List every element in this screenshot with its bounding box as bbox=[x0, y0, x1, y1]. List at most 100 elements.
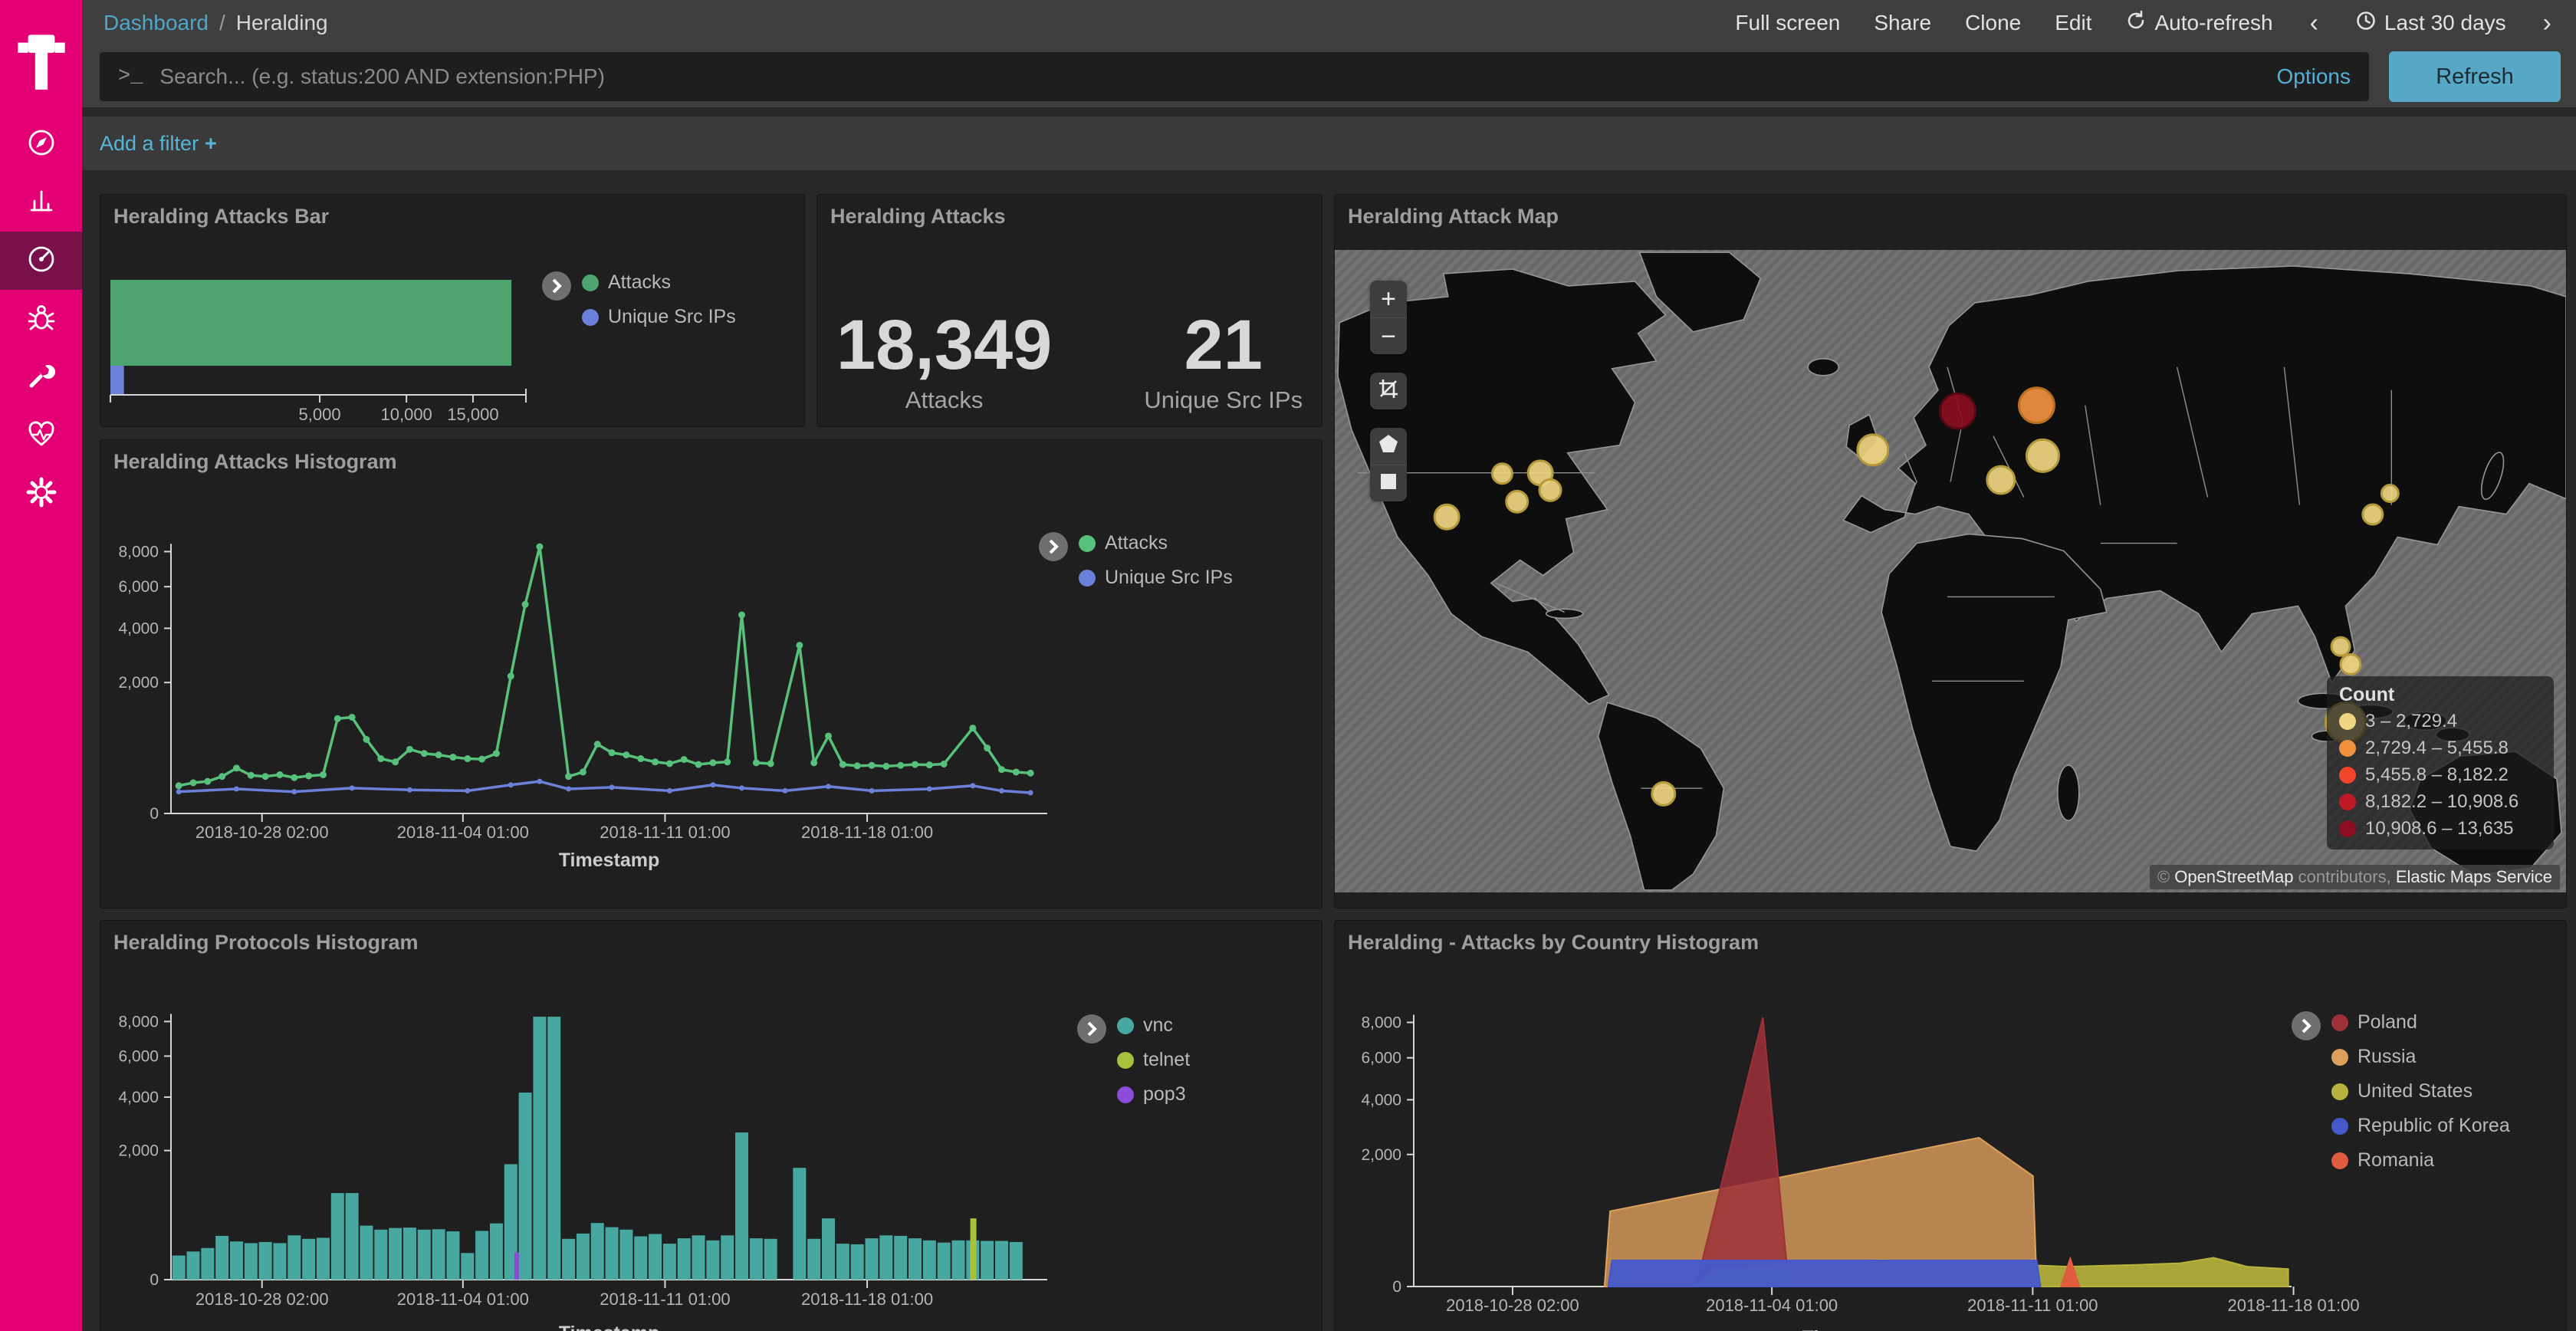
full-screen-button[interactable]: Full screen bbox=[1735, 11, 1840, 35]
legend-item[interactable]: Poland bbox=[2331, 1011, 2510, 1034]
map-legend-item: 2,729.4 – 5,455.8 bbox=[2339, 738, 2542, 759]
legend-color-dot bbox=[2339, 713, 2356, 730]
panel-heralding-attacks-histogram: Heralding Attacks Histogram 02,0004,0006… bbox=[100, 439, 1322, 909]
protocols-legend: vnc telnet pop3 bbox=[1077, 1014, 1190, 1118]
share-button[interactable]: Share bbox=[1874, 11, 1931, 35]
legend-color-dot bbox=[2339, 740, 2356, 757]
legend-expand-button[interactable] bbox=[1039, 532, 1068, 561]
legend-color-dot bbox=[582, 274, 599, 291]
legend-color-dot bbox=[1117, 1017, 1134, 1034]
svg-text:6,000: 6,000 bbox=[1361, 1050, 1401, 1067]
kibana-dashboard-app: Dashboard / Heralding Full screen Share … bbox=[0, 0, 2576, 1331]
panel-heralding-attacks-by-country: Heralding - Attacks by Country Histogram… bbox=[1334, 920, 2567, 1331]
svg-text:4,000: 4,000 bbox=[118, 1089, 159, 1106]
map-legend-item: 10,908.6 – 13,635 bbox=[2339, 818, 2542, 840]
svg-text:0: 0 bbox=[150, 805, 159, 823]
search-input[interactable] bbox=[159, 64, 2261, 89]
svg-text:2018-11-18 01:00: 2018-11-18 01:00 bbox=[801, 1290, 933, 1309]
svg-text:2018-11-11 01:00: 2018-11-11 01:00 bbox=[1967, 1296, 2098, 1315]
map-zoom-in-button[interactable]: + bbox=[1370, 281, 1407, 317]
clock-icon bbox=[2355, 10, 2377, 37]
legend-item[interactable]: Republic of Korea bbox=[2331, 1115, 2510, 1137]
add-filter-button[interactable]: Add a filter+ bbox=[100, 132, 217, 156]
breadcrumb-current: Heralding bbox=[236, 11, 328, 35]
svg-text:8,000: 8,000 bbox=[118, 1013, 159, 1030]
ems-link[interactable]: Elastic Maps Service bbox=[2396, 867, 2552, 886]
legend-color-dot bbox=[582, 309, 599, 326]
svg-text:Timestamp: Timestamp bbox=[559, 850, 660, 871]
map-draw-polygon-button[interactable] bbox=[1370, 428, 1407, 465]
legend-color-dot bbox=[1117, 1052, 1134, 1069]
sidebar-item-siem[interactable] bbox=[0, 290, 82, 348]
map-zoom-out-button[interactable]: − bbox=[1370, 317, 1407, 354]
world-map[interactable]: + − bbox=[1335, 250, 2566, 892]
panel-heralding-protocols-histogram: Heralding Protocols Histogram 02,0004,00… bbox=[100, 920, 1322, 1331]
panel-title: Heralding Attack Map bbox=[1348, 205, 1559, 228]
sidebar-item-management[interactable] bbox=[0, 465, 82, 523]
time-range-prev-button[interactable]: ‹ bbox=[2307, 8, 2321, 38]
legend-item[interactable]: Attacks bbox=[1079, 532, 1233, 554]
metric-unique-src-ips: 21 Unique Src IPs bbox=[1144, 310, 1303, 414]
legend-expand-button[interactable] bbox=[542, 271, 571, 301]
map-legend-item: 8,182.2 – 10,908.6 bbox=[2339, 791, 2542, 813]
edit-button[interactable]: Edit bbox=[2055, 11, 2091, 35]
svg-text:6,000: 6,000 bbox=[118, 578, 159, 596]
svg-text:4,000: 4,000 bbox=[1361, 1091, 1401, 1109]
clone-button[interactable]: Clone bbox=[1965, 11, 2021, 35]
legend-expand-button[interactable] bbox=[2292, 1011, 2321, 1040]
svg-text:0: 0 bbox=[150, 1271, 159, 1289]
rectangle-icon bbox=[1377, 470, 1400, 498]
panel-heralding-attacks-bar: Heralding Attacks Bar 5,00010,00015,000 … bbox=[100, 194, 805, 427]
svg-text:2018-11-11 01:00: 2018-11-11 01:00 bbox=[600, 823, 730, 842]
svg-text:2018-11-04 01:00: 2018-11-04 01:00 bbox=[1706, 1296, 1838, 1315]
sidebar-item-dashboard[interactable] bbox=[0, 232, 82, 290]
svg-text:2018-11-04 01:00: 2018-11-04 01:00 bbox=[397, 1290, 529, 1309]
map-fit-bounds-button[interactable] bbox=[1370, 373, 1407, 409]
top-actions: Full screen Share Clone Edit Auto-refres… bbox=[1735, 8, 2555, 38]
polygon-icon bbox=[1377, 432, 1400, 460]
legend-color-dot bbox=[1117, 1086, 1134, 1103]
search-bar-row: >_ Options Refresh bbox=[82, 46, 2576, 107]
svg-text:0: 0 bbox=[1392, 1278, 1401, 1296]
legend-item[interactable]: vnc bbox=[1117, 1014, 1190, 1037]
metric-value: 18,349 bbox=[836, 310, 1052, 380]
wrench-icon bbox=[25, 359, 58, 396]
search-box: >_ Options bbox=[100, 52, 2369, 101]
compass-icon bbox=[25, 126, 58, 163]
legend-expand-button[interactable] bbox=[1077, 1014, 1106, 1043]
time-range-picker[interactable]: Last 30 days bbox=[2355, 10, 2506, 37]
legend-item[interactable]: Unique Src IPs bbox=[1079, 567, 1233, 589]
map-draw-rectangle-button[interactable] bbox=[1370, 465, 1407, 501]
gauge-icon bbox=[25, 242, 58, 280]
sidebar-item-monitoring[interactable] bbox=[0, 406, 82, 465]
breadcrumb-dashboard-link[interactable]: Dashboard bbox=[104, 11, 209, 35]
legend-item[interactable]: Unique Src IPs bbox=[582, 306, 736, 328]
bug-icon bbox=[25, 301, 58, 338]
time-range-next-button[interactable]: › bbox=[2540, 8, 2555, 38]
panel-title: Heralding Attacks bbox=[830, 205, 1006, 228]
query-options-link[interactable]: Options bbox=[2277, 64, 2351, 89]
legend-color-dot bbox=[2339, 767, 2356, 784]
refresh-button[interactable]: Refresh bbox=[2389, 51, 2561, 102]
legend-item[interactable]: United States bbox=[2331, 1080, 2510, 1103]
map-controls: + − bbox=[1370, 281, 1407, 501]
panel-heralding-attack-map: Heralding Attack Map bbox=[1334, 194, 2567, 909]
telekom-t-logo[interactable] bbox=[0, 0, 82, 115]
attacks-histogram-chart[interactable]: 02,0004,0006,0008,0002018-10-28 02:00201… bbox=[100, 440, 1322, 908]
legend-item[interactable]: pop3 bbox=[1117, 1083, 1190, 1106]
sidebar-item-devtools[interactable] bbox=[0, 348, 82, 406]
legend-item[interactable]: Russia bbox=[2331, 1046, 2510, 1068]
sidebar-item-visualize[interactable] bbox=[0, 173, 82, 232]
legend-item[interactable]: Attacks bbox=[582, 271, 736, 294]
country-legend: Poland Russia United States bbox=[2292, 1011, 2510, 1184]
metric-label: Attacks bbox=[836, 386, 1052, 414]
protocols-histogram-chart[interactable]: 02,0004,0006,0008,0002018-10-28 02:00201… bbox=[100, 921, 1322, 1331]
sidebar-item-discover[interactable] bbox=[0, 115, 82, 173]
svg-text:2018-11-11 01:00: 2018-11-11 01:00 bbox=[600, 1290, 730, 1309]
auto-refresh-button[interactable]: Auto-refresh bbox=[2125, 10, 2272, 37]
legend-item[interactable]: Romania bbox=[2331, 1149, 2510, 1172]
legend-item[interactable]: telnet bbox=[1117, 1049, 1190, 1071]
osm-link[interactable]: OpenStreetMap bbox=[2174, 867, 2293, 886]
svg-text:2018-10-28 02:00: 2018-10-28 02:00 bbox=[1446, 1296, 1579, 1315]
svg-text:2018-10-28 02:00: 2018-10-28 02:00 bbox=[196, 823, 329, 842]
